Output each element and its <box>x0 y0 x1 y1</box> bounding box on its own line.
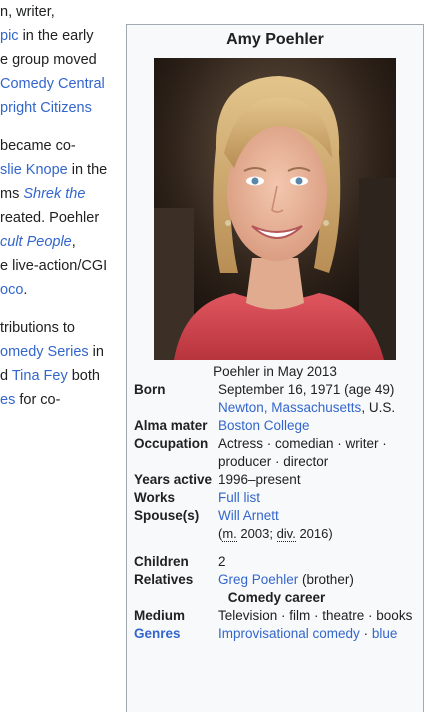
years-active-label: Years active <box>134 472 213 487</box>
relatives-note: (brother) <box>298 572 354 587</box>
infobox-row-born: Born September 16, 1971 (age 49) Newton,… <box>134 381 419 417</box>
article-text: n, writer, <box>0 4 55 20</box>
article-text: both <box>67 368 100 384</box>
article-paragraph-2: became co-slie Knope in the ms Shrek the r… <box>0 134 118 302</box>
article-text: , <box>71 234 76 250</box>
genre-improv-link[interactable]: Improvisational comedy <box>218 626 360 641</box>
article-link[interactable]: cult People <box>0 234 72 250</box>
alma-mater-label: Alma mater <box>134 418 208 433</box>
article-line: e live-action/CGI <box>0 254 118 278</box>
article-text: ms <box>0 186 24 202</box>
born-value: September 16, 1971 (age 49) Newton, Mass… <box>218 381 419 417</box>
article-line: pic in the early <box>0 24 118 48</box>
infobox-row-children: Children 2 <box>134 543 419 571</box>
article-line: oco. <box>0 278 118 302</box>
article-line: Comedy Central <box>0 72 118 96</box>
children-value: 2 <box>218 554 226 569</box>
works-label: Works <box>134 490 176 505</box>
article-link[interactable]: Shrek the <box>23 186 85 202</box>
article-text: reated. Poehler <box>0 210 100 226</box>
article-line: cult People, <box>0 230 118 254</box>
alma-mater-link[interactable]: Boston College <box>218 418 310 433</box>
article-line: pright Citizens <box>0 96 118 120</box>
infobox-row-works: Works Full list <box>134 489 419 507</box>
photo-caption: Poehler in May 2013 <box>213 364 337 379</box>
article-text: d <box>0 368 12 384</box>
article-link[interactable]: es <box>0 392 15 408</box>
article-text: e live-action/CGI <box>0 258 108 274</box>
relatives-label: Relatives <box>134 572 194 587</box>
genre-blue-link[interactable]: blue <box>372 626 398 641</box>
article-link[interactable]: Tina Fey <box>12 368 68 384</box>
infobox-row-genres: Genres Improvisational comedy · blue <box>134 625 419 643</box>
birthplace-link[interactable]: Newton, Massachusetts <box>218 400 361 415</box>
infobox-section-comedy-career: Comedy career <box>134 589 419 607</box>
article-line: slie Knope in the <box>0 158 118 182</box>
article-text: in <box>88 344 104 360</box>
article-link[interactable]: pic <box>0 28 19 44</box>
article-link[interactable]: pright Citizens <box>0 100 92 116</box>
spouse-link[interactable]: Will Arnett <box>218 508 279 523</box>
article-line: omedy Series in <box>0 340 118 364</box>
born-date: September 16, 1971 (age 49) <box>218 382 395 397</box>
portrait-image <box>154 58 396 360</box>
article-body: n, writer, pic in the early e group moved C… <box>0 0 118 412</box>
infobox-row-medium: Medium Television · film · theatre · boo… <box>134 607 419 625</box>
wikipedia-page: n, writer, pic in the early e group moved C… <box>0 0 442 712</box>
infobox-table: Born September 16, 1971 (age 49) Newton,… <box>134 381 419 643</box>
article-link[interactable]: slie Knope <box>0 162 68 178</box>
article-paragraph-1: n, writer, pic in the early e group moved C… <box>0 0 118 120</box>
article-line: es for co- <box>0 388 118 412</box>
article-paragraph-3: tributions to omedy Series in d Tina Fey b… <box>0 316 118 412</box>
infobox-title: Amy Poehler <box>226 31 324 48</box>
article-text: tributions to <box>0 320 75 336</box>
occupation-label: Occupation <box>134 436 209 451</box>
relatives-link[interactable]: Greg Poehler <box>218 572 298 587</box>
article-text: became co- <box>0 138 76 154</box>
comedy-career-header: Comedy career <box>227 590 326 605</box>
article-line: d Tina Fey both <box>0 364 118 388</box>
years-active-value: 1996–present <box>218 472 301 487</box>
infobox-row-years-active: Years active 1996–present <box>134 471 419 489</box>
medium-value: Television · film · theatre · books <box>218 608 413 623</box>
divorced-abbr: div. <box>276 526 296 542</box>
article-line: became co- <box>0 134 118 158</box>
infobox-row-relatives: Relatives Greg Poehler (brother) <box>134 571 419 589</box>
infobox-row-alma-mater: Alma mater Boston College <box>134 417 419 435</box>
infobox-row-occupation: Occupation Actress · comedian · writer ·… <box>134 435 419 471</box>
article-text: for co- <box>15 392 61 408</box>
infobox: Amy Poehler Poehler in May 2013 Born Sep… <box>126 24 424 712</box>
article-text: . <box>23 282 28 298</box>
born-label: Born <box>134 382 166 397</box>
article-text: in the <box>67 162 108 178</box>
article-link[interactable]: oco <box>0 282 23 298</box>
spouse-value: Will Arnett (m. 2003; div. 2016) <box>218 507 419 543</box>
article-line: reated. Poehler <box>0 206 118 230</box>
birthplace-country: , U.S. <box>361 400 396 415</box>
married-abbr: m. <box>222 526 237 542</box>
article-line: ms Shrek the <box>0 182 118 206</box>
marriage-dates: (m. 2003; div. 2016) <box>218 526 333 542</box>
genre-separator: · <box>359 626 372 641</box>
medium-label: Medium <box>134 608 186 623</box>
article-line: tributions to <box>0 316 118 340</box>
article-text: e group moved <box>0 52 97 68</box>
occupation-value: Actress · comedian · writer · producer ·… <box>218 436 387 469</box>
portrait-photo[interactable] <box>154 58 396 360</box>
article-link[interactable]: omedy Series <box>0 344 89 360</box>
article-text: in the early <box>18 28 94 44</box>
article-line: n, writer, <box>0 0 118 24</box>
article-link[interactable]: Comedy Central <box>0 76 105 92</box>
children-label: Children <box>134 554 189 569</box>
infobox-row-spouse: Spouse(s) Will Arnett (m. 2003; div. 201… <box>134 507 419 543</box>
spouse-label: Spouse(s) <box>134 508 200 523</box>
works-link[interactable]: Full list <box>218 490 260 505</box>
genres-label-link[interactable]: Genres <box>134 626 181 641</box>
article-line: e group moved <box>0 48 118 72</box>
